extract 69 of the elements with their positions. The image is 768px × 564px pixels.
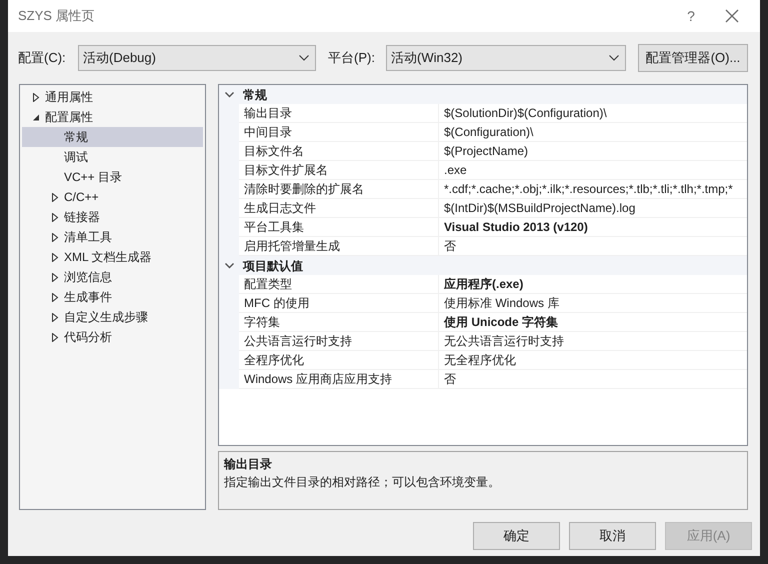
property-value[interactable]: 无全程序优化 bbox=[439, 351, 747, 370]
description-title: 输出目录 bbox=[224, 456, 273, 473]
collapsed-triangle-icon[interactable] bbox=[51, 232, 59, 242]
property-value[interactable]: $(ProjectName) bbox=[439, 142, 747, 161]
tree-item[interactable]: 调试 bbox=[22, 147, 203, 167]
property-value[interactable]: *.cdf;*.cache;*.obj;*.ilk;*.resources;*.tlb;*.tli;*.tlh;*.tmp;* bbox=[439, 180, 747, 199]
property-name: 清除时要删除的扩展名 bbox=[239, 180, 439, 199]
property-name: 平台工具集 bbox=[239, 218, 439, 237]
collapsed-triangle-icon[interactable] bbox=[32, 92, 40, 102]
platform-label: 平台(P): bbox=[328, 49, 376, 68]
property-name: MFC 的使用 bbox=[239, 294, 439, 313]
collapsed-triangle-icon[interactable] bbox=[51, 312, 59, 322]
property-value[interactable]: 否 bbox=[439, 237, 747, 256]
property-name: 字符集 bbox=[239, 313, 439, 332]
tree-item[interactable]: 通用属性 bbox=[22, 87, 203, 107]
platform-dropdown[interactable]: 活动(Win32) bbox=[386, 45, 626, 71]
property-value[interactable]: 使用 Unicode 字符集 bbox=[439, 313, 747, 332]
property-value[interactable]: 应用程序(.exe) bbox=[439, 275, 747, 294]
collapsed-triangle-icon[interactable] bbox=[51, 252, 59, 262]
property-name: 公共语言运行时支持 bbox=[239, 332, 439, 351]
config-dropdown[interactable]: 活动(Debug) bbox=[78, 45, 316, 71]
property-name: 目标文件名 bbox=[239, 142, 439, 161]
chevron-down-icon[interactable] bbox=[224, 92, 234, 98]
property-value[interactable]: 使用标准 Windows 库 bbox=[439, 294, 747, 313]
category-header: 项目默认值 bbox=[242, 258, 303, 274]
property-name: 输出目录 bbox=[239, 104, 439, 123]
property-value[interactable]: Visual Studio 2013 (v120) bbox=[439, 218, 747, 237]
chevron-down-icon[interactable] bbox=[224, 262, 234, 268]
expanded-triangle-icon[interactable] bbox=[32, 112, 40, 122]
property-name: 启用托管增量生成 bbox=[239, 237, 439, 256]
tree-item[interactable]: C/C++ bbox=[22, 187, 203, 207]
collapsed-triangle-icon[interactable] bbox=[51, 332, 59, 342]
property-name: 中间目录 bbox=[239, 123, 439, 142]
tree-item[interactable]: 配置属性 bbox=[22, 107, 203, 127]
help-button[interactable]: ? bbox=[676, 4, 706, 28]
tree-item[interactable]: 浏览信息 bbox=[22, 267, 203, 287]
collapsed-triangle-icon[interactable] bbox=[51, 212, 59, 222]
collapsed-triangle-icon[interactable] bbox=[51, 272, 59, 282]
property-name: 目标文件扩展名 bbox=[239, 161, 439, 180]
property-value[interactable]: .exe bbox=[439, 161, 747, 180]
chevron-down-icon bbox=[609, 55, 619, 61]
property-value[interactable]: 否 bbox=[439, 370, 747, 389]
tree-item[interactable]: 清单工具 bbox=[22, 227, 203, 247]
property-name: Windows 应用商店应用支持 bbox=[239, 370, 439, 389]
tree-item[interactable]: 生成事件 bbox=[22, 287, 203, 307]
window-title: SZYS 属性页 bbox=[18, 7, 95, 26]
tree-item[interactable]: VC++ 目录 bbox=[22, 167, 203, 187]
config-manager-button[interactable]: 配置管理器(O)... bbox=[638, 44, 748, 72]
property-value[interactable]: $(IntDir)$(MSBuildProjectName).log bbox=[439, 199, 747, 218]
collapsed-triangle-icon[interactable] bbox=[51, 192, 59, 202]
property-value[interactable]: $(Configuration)\ bbox=[439, 123, 747, 142]
tree-item[interactable]: 常规 bbox=[22, 127, 203, 147]
tree-item[interactable]: 代码分析 bbox=[22, 327, 203, 347]
property-name: 配置类型 bbox=[239, 275, 439, 294]
collapsed-triangle-icon[interactable] bbox=[51, 292, 59, 302]
tree-item[interactable]: 自定义生成步骤 bbox=[22, 307, 203, 327]
property-name: 生成日志文件 bbox=[239, 199, 439, 218]
property-name: 全程序优化 bbox=[239, 351, 439, 370]
close-icon bbox=[725, 9, 739, 23]
property-value[interactable]: 无公共语言运行时支持 bbox=[439, 332, 747, 351]
category-header: 常规 bbox=[242, 86, 267, 104]
config-label: 配置(C): bbox=[18, 49, 67, 68]
chevron-down-icon bbox=[299, 55, 309, 61]
tree-item[interactable]: 链接器 bbox=[22, 207, 203, 227]
description-text: 指定输出文件目录的相对路径；可以包含环境变量。 bbox=[224, 474, 501, 491]
tree-item[interactable]: XML 文档生成器 bbox=[22, 247, 203, 267]
property-value[interactable]: $(SolutionDir)$(Configuration)\ bbox=[439, 104, 747, 123]
dialog-button[interactable]: 确定 bbox=[473, 522, 560, 550]
dialog-button[interactable]: 取消 bbox=[569, 522, 656, 550]
